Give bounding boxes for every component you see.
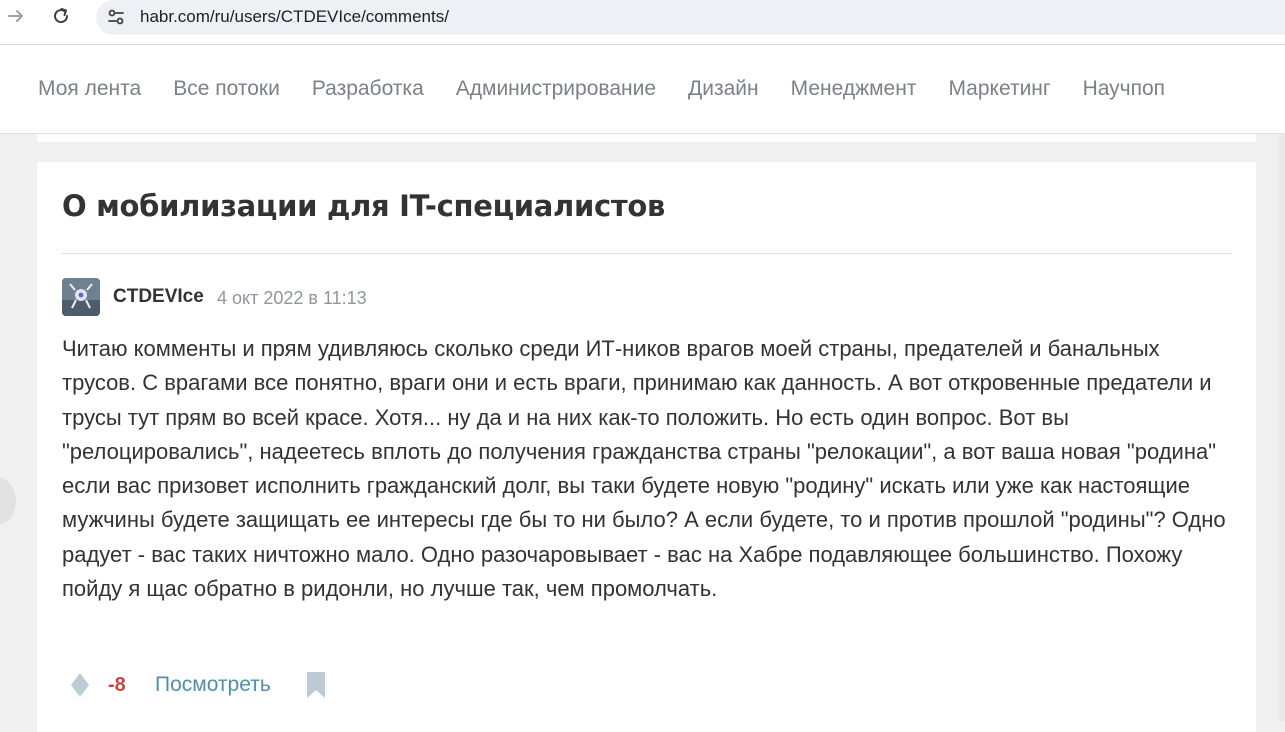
author-name[interactable]: CTDEVIce xyxy=(113,285,204,309)
avatar[interactable] xyxy=(62,278,100,316)
forward-button[interactable] xyxy=(3,3,29,29)
nav-item-design[interactable]: Дизайн xyxy=(688,75,759,103)
site-nav: Моя лента Все потоки Разработка Админист… xyxy=(0,45,1285,134)
content-top-strip xyxy=(37,134,1256,142)
nav-item-all-streams[interactable]: Все потоки xyxy=(173,75,280,103)
arrow-right-icon xyxy=(8,10,23,22)
side-scroll-handle[interactable] xyxy=(0,477,16,525)
reload-icon xyxy=(54,8,69,24)
reload-button[interactable] xyxy=(48,3,74,29)
comment-card: О мобилизации для IT-специалистов CTDEVI… xyxy=(37,162,1256,732)
vote-button[interactable] xyxy=(70,672,90,698)
comment-text: Читаю комменты и прям удивляюсь сколько … xyxy=(62,336,1226,602)
nav-items: Моя лента Все потоки Разработка Админист… xyxy=(38,75,1197,103)
nav-item-administration[interactable]: Администрирование xyxy=(456,75,656,103)
address-bar[interactable]: habr.com/ru/users/CTDEVIce/comments/ xyxy=(96,0,1285,35)
view-comment-link[interactable]: Посмотреть xyxy=(155,671,271,699)
nav-item-my-feed[interactable]: Моя лента xyxy=(38,75,141,103)
nav-item-marketing[interactable]: Маркетинг xyxy=(948,75,1050,103)
page-scrollbar[interactable] xyxy=(1279,134,1285,721)
comment-date[interactable]: 4 окт 2022 в 11:13 xyxy=(217,286,367,310)
avatar-image-icon xyxy=(62,278,100,316)
nav-item-development[interactable]: Разработка xyxy=(312,75,424,103)
url-text[interactable]: habr.com/ru/users/CTDEVIce/comments/ xyxy=(140,6,449,28)
title-divider xyxy=(62,253,1231,254)
browser-toolbar: habr.com/ru/users/CTDEVIce/comments/ xyxy=(0,0,1285,45)
bookmark-icon xyxy=(307,672,325,698)
site-info-button[interactable] xyxy=(105,6,127,28)
bookmark-button[interactable] xyxy=(305,671,327,699)
nav-item-popsci[interactable]: Научпоп xyxy=(1083,75,1165,103)
nav-item-management[interactable]: Менеджмент xyxy=(791,75,917,103)
comment-score: -8 xyxy=(108,674,126,696)
diamond-vote-icon xyxy=(71,673,89,697)
tune-icon xyxy=(108,9,124,25)
post-title[interactable]: О мобилизации для IT-специалистов xyxy=(62,188,665,224)
